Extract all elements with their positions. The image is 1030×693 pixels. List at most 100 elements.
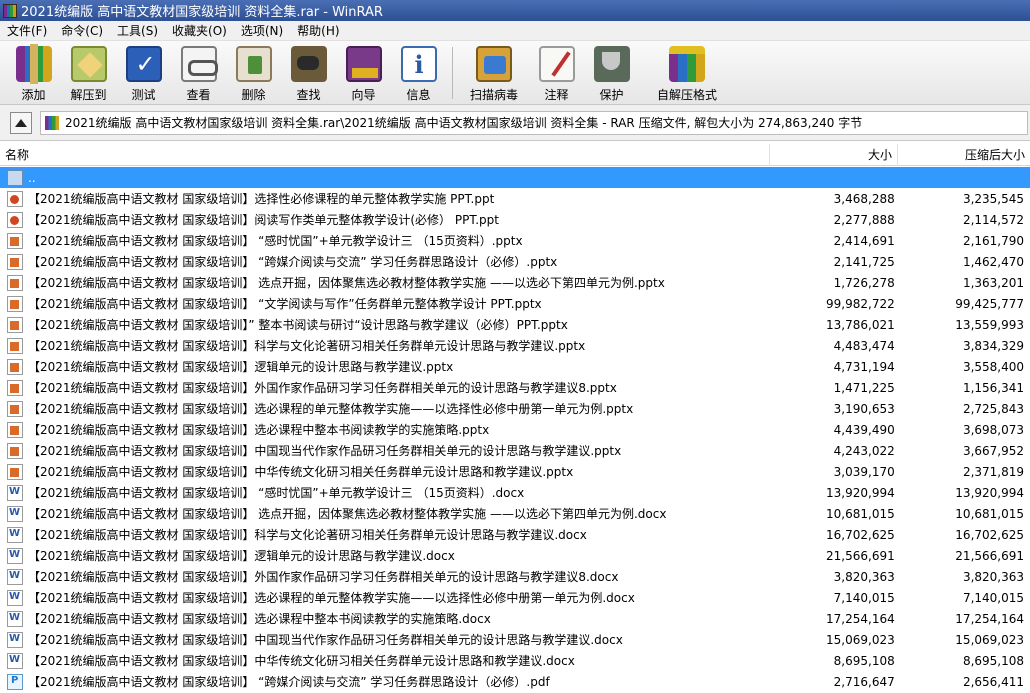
pdf-file-icon bbox=[7, 673, 23, 690]
file-packed-size: 15,069,023 bbox=[955, 632, 1025, 647]
sfx-label: 自解压格式 bbox=[656, 88, 717, 102]
virus-scan-label: 扫描病毒 bbox=[469, 88, 518, 102]
file-packed-size: 17,254,164 bbox=[955, 611, 1025, 626]
file-list-header: 名称 大小 压缩后大小 bbox=[0, 143, 1030, 166]
file-row[interactable]: 【2021统编版高中语文教材 国家级培训】选必课程中整本书阅读教学的实施策略.p… bbox=[0, 419, 1030, 440]
word-file-icon bbox=[7, 568, 23, 585]
comment-button[interactable]: 注释 bbox=[529, 41, 584, 103]
file-row[interactable]: 【2021统编版高中语文教材 国家级培训】 选点开掘，因体聚焦选必教材整体教学实… bbox=[0, 503, 1030, 524]
file-size: 7,140,015 bbox=[833, 590, 895, 605]
virus-scan-icon bbox=[476, 46, 512, 82]
file-name: 【2021统编版高中语文教材 国家级培训】 选点开掘，因体聚焦选必教材整体教学实… bbox=[28, 276, 665, 290]
file-size: 3,820,363 bbox=[833, 569, 895, 584]
file-list: .. 【2021统编版高中语文教材 国家级培训】选择性必修课程的单元整体教学实施… bbox=[0, 167, 1030, 693]
file-name: 【2021统编版高中语文教材 国家级培训】选必课程中整本书阅读教学的实施策略.p… bbox=[28, 423, 490, 437]
extract-to-button[interactable]: 解压到 bbox=[61, 41, 116, 103]
word-file-icon bbox=[7, 484, 23, 501]
file-row[interactable]: 【2021统编版高中语文教材 国家级培训】阅读写作类单元整体教学设计(必修） P… bbox=[0, 209, 1030, 230]
column-header-size[interactable]: 大小 bbox=[770, 143, 898, 166]
comment-icon bbox=[538, 46, 575, 82]
test-button[interactable]: 测试 bbox=[116, 41, 171, 103]
file-name: 【2021统编版高中语文教材 国家级培训】逻辑单元的设计思路与教学建议.docx bbox=[28, 549, 455, 563]
file-name: 【2021统编版高中语文教材 国家级培训】科学与文化论著研习相关任务群单元设计思… bbox=[28, 528, 587, 542]
up-folder-button[interactable] bbox=[10, 111, 32, 134]
delete-button[interactable]: 删除 bbox=[226, 41, 281, 103]
ppt-file-icon bbox=[7, 190, 23, 207]
file-packed-size: 3,235,545 bbox=[962, 191, 1025, 206]
column-header-packed[interactable]: 压缩后大小 bbox=[898, 144, 1030, 166]
file-packed-size: 2,371,819 bbox=[962, 464, 1025, 479]
parent-folder-name: .. bbox=[28, 170, 36, 185]
file-row[interactable]: 【2021统编版高中语文教材 国家级培训】外国作家作品研习学习任务群相关单元的设… bbox=[0, 377, 1030, 398]
info-button[interactable]: 信息 bbox=[391, 41, 446, 103]
file-packed-size: 1,363,201 bbox=[962, 275, 1025, 290]
file-packed-size: 3,667,952 bbox=[962, 443, 1025, 458]
parent-folder-icon bbox=[7, 169, 23, 186]
file-row[interactable]: 【2021统编版高中语文教材 国家级培训】外国作家作品研习学习任务群相关单元的设… bbox=[0, 566, 1030, 587]
file-row[interactable]: 【2021统编版高中语文教材 国家级培训】选必课程的单元整体教学实施——以选择性… bbox=[0, 587, 1030, 608]
menu-tools[interactable]: 工具(S) bbox=[110, 22, 165, 39]
info-icon bbox=[400, 46, 437, 82]
file-row[interactable]: 【2021统编版高中语文教材 国家级培训】科学与文化论著研习相关任务群单元设计思… bbox=[0, 524, 1030, 545]
word-file-icon bbox=[7, 526, 23, 543]
pptx-file-icon bbox=[7, 421, 23, 438]
sfx-icon bbox=[669, 46, 705, 82]
file-size: 3,190,653 bbox=[833, 401, 895, 416]
file-row[interactable]: 【2021统编版高中语文教材 国家级培训】 “跨媒介阅读与交流” 学习任务群思路… bbox=[0, 251, 1030, 272]
file-row[interactable]: 【2021统编版高中语文教材 国家级培训】中华传统文化研习相关任务群单元设计思路… bbox=[0, 650, 1030, 671]
add-button[interactable]: 添加 bbox=[6, 41, 61, 103]
file-row[interactable]: 【2021统编版高中语文教材 国家级培训】 “文学阅读与写作”任务群单元整体教学… bbox=[0, 293, 1030, 314]
view-icon bbox=[180, 46, 218, 82]
menu-help[interactable]: 帮助(H) bbox=[290, 22, 346, 39]
file-row[interactable]: 【2021统编版高中语文教材 国家级培训】 “感时忧国”+单元教学设计三 （15… bbox=[0, 230, 1030, 251]
menu-bar: 文件(F) 命令(C) 工具(S) 收藏夹(O) 选项(N) 帮助(H) bbox=[0, 21, 1030, 41]
file-size: 4,483,474 bbox=[833, 338, 895, 353]
menu-options[interactable]: 选项(N) bbox=[234, 22, 290, 39]
file-row[interactable]: 【2021统编版高中语文教材 国家级培训】中华传统文化研习相关任务群单元设计思路… bbox=[0, 461, 1030, 482]
pptx-file-icon bbox=[7, 358, 23, 375]
word-file-icon bbox=[7, 631, 23, 648]
column-header-name[interactable]: 名称 bbox=[0, 143, 770, 166]
winrar-app-icon[interactable] bbox=[3, 3, 17, 18]
menu-commands[interactable]: 命令(C) bbox=[54, 22, 110, 39]
pptx-file-icon bbox=[7, 316, 23, 333]
pptx-file-icon bbox=[7, 295, 23, 312]
extract-label: 解压到 bbox=[70, 88, 107, 102]
file-name: 【2021统编版高中语文教材 国家级培训】选必课程中整本书阅读教学的实施策略.d… bbox=[28, 612, 491, 626]
file-name: 【2021统编版高中语文教材 国家级培训】中国现当代作家作品研习任务群相关单元的… bbox=[28, 444, 622, 458]
file-row[interactable]: 【2021统编版高中语文教材 国家级培训】逻辑单元的设计思路与教学建议.pptx… bbox=[0, 356, 1030, 377]
file-row[interactable]: 【2021统编版高中语文教材 国家级培训】 “跨媒介阅读与交流” 学习任务群思路… bbox=[0, 671, 1030, 692]
menu-file[interactable]: 文件(F) bbox=[0, 22, 54, 39]
file-row[interactable]: 【2021统编版高中语文教材 国家级培训】 选点开掘，因体聚焦选必教材整体教学实… bbox=[0, 272, 1030, 293]
path-field[interactable]: 2021统编版 高中语文教材国家级培训 资料全集.rar\2021统编版 高中语… bbox=[40, 110, 1028, 135]
virus-scan-button[interactable]: 扫描病毒 bbox=[459, 41, 529, 103]
view-button[interactable]: 查看 bbox=[171, 41, 226, 103]
file-row[interactable]: 【2021统编版高中语文教材 国家级培训】选择性必修课程的单元整体教学实施 PP… bbox=[0, 188, 1030, 209]
file-packed-size: 10,681,015 bbox=[955, 506, 1025, 521]
file-size: 3,039,170 bbox=[833, 464, 895, 479]
file-row[interactable]: 【2021统编版高中语文教材 国家级培训】选必课程中整本书阅读教学的实施策略.d… bbox=[0, 608, 1030, 629]
comment-label: 注释 bbox=[544, 88, 569, 102]
file-size: 2,414,691 bbox=[833, 233, 895, 248]
file-packed-size: 3,820,363 bbox=[962, 569, 1025, 584]
file-row[interactable]: 【2021统编版高中语文教材 国家级培训】 “感时忧国”+单元教学设计三 （15… bbox=[0, 482, 1030, 503]
file-row[interactable]: 【2021统编版高中语文教材 国家级培训】” 整本书阅读与研讨“设计思路与教学建… bbox=[0, 314, 1030, 335]
file-row[interactable]: 【2021统编版高中语文教材 国家级培训】选必课程的单元整体教学实施——以选择性… bbox=[0, 398, 1030, 419]
file-row[interactable]: 【2021统编版高中语文教材 国家级培训】逻辑单元的设计思路与教学建议.docx… bbox=[0, 545, 1030, 566]
file-size: 1,471,225 bbox=[833, 380, 895, 395]
file-size: 8,695,108 bbox=[833, 653, 895, 668]
file-row[interactable]: 【2021统编版高中语文教材 国家级培训】中国现当代作家作品研习任务群相关单元的… bbox=[0, 440, 1030, 461]
file-packed-size: 3,698,073 bbox=[962, 422, 1025, 437]
file-row[interactable]: 【2021统编版高中语文教材 国家级培训】中国现当代作家作品研习任务群相关单元的… bbox=[0, 629, 1030, 650]
sfx-button[interactable]: 自解压格式 bbox=[639, 41, 735, 103]
parent-folder-row[interactable]: .. bbox=[0, 167, 1030, 188]
find-button[interactable]: 查找 bbox=[281, 41, 336, 103]
wizard-button[interactable]: 向导 bbox=[336, 41, 391, 103]
menu-favorites[interactable]: 收藏夹(O) bbox=[165, 22, 234, 39]
protect-button[interactable]: 保护 bbox=[584, 41, 639, 103]
view-label: 查看 bbox=[186, 88, 211, 102]
protect-label: 保护 bbox=[599, 88, 624, 102]
word-file-icon bbox=[7, 652, 23, 669]
rar-archive-icon bbox=[45, 115, 59, 130]
file-row[interactable]: 【2021统编版高中语文教材 国家级培训】科学与文化论著研习相关任务群单元设计思… bbox=[0, 335, 1030, 356]
